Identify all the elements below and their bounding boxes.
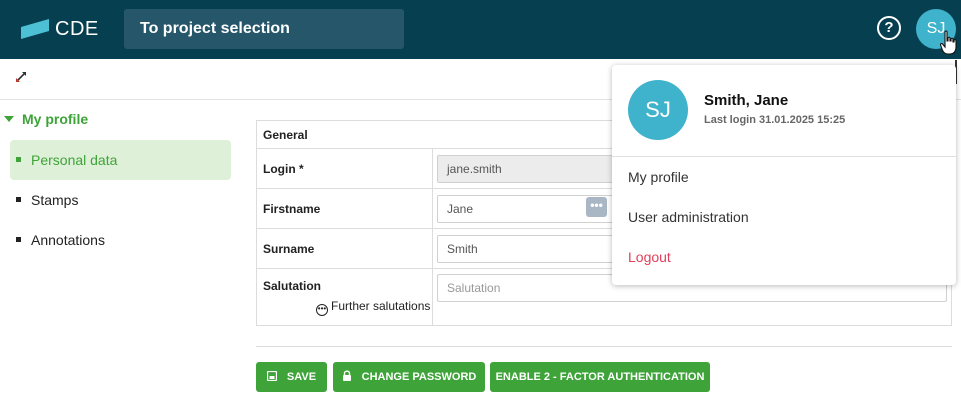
logo-icon <box>21 19 49 39</box>
app-logo[interactable]: CDE <box>21 17 101 41</box>
further-salutations-link[interactable]: ••• Further salutations <box>316 299 430 316</box>
bullet-icon <box>16 157 21 162</box>
avatar: SJ <box>628 80 688 140</box>
salutation-label: Salutation <box>257 269 433 326</box>
firstname-label: Firstname <box>257 189 433 229</box>
sidebar-item-label: Annotations <box>31 232 105 248</box>
sidebar-item-stamps[interactable]: Stamps <box>10 180 231 220</box>
menu-item-user-administration[interactable]: User administration <box>628 209 749 225</box>
more-options-button[interactable]: ••• <box>586 197 607 217</box>
bullet-icon <box>16 237 21 242</box>
user-menu: SJ Smith, Jane Last login 31.01.2025 15:… <box>612 65 956 285</box>
divider <box>612 156 956 157</box>
surname-label: Surname <box>257 229 433 269</box>
sidebar-item-label: Stamps <box>31 192 79 208</box>
menu-item-logout[interactable]: Logout <box>628 249 671 265</box>
sidebar-section-my-profile[interactable]: My profile <box>4 111 88 127</box>
user-name: Smith, Jane <box>704 92 789 109</box>
sidebar-section-label: My profile <box>22 111 89 127</box>
menu-item-my-profile[interactable]: My profile <box>628 169 689 185</box>
last-login: Last login 31.01.2025 15:25 <box>704 114 846 126</box>
more-circle-icon: ••• <box>316 304 328 316</box>
save-icon <box>266 371 277 381</box>
help-icon[interactable]: ? <box>877 16 901 40</box>
save-button[interactable]: SAVE <box>256 362 327 392</box>
logo-text: CDE <box>55 18 99 40</box>
hand-pointer-icon <box>940 30 957 55</box>
change-password-button[interactable]: CHANGE PASSWORD <box>333 362 485 392</box>
sidebar-item-personal-data[interactable]: Personal data <box>10 140 231 180</box>
login-label: Login * <box>257 149 433 189</box>
lock-icon <box>342 370 351 381</box>
triangle-down-icon <box>4 116 14 122</box>
top-bar: CDE To project selection ? SJ <box>0 0 961 59</box>
sidebar-item-label: Personal data <box>31 152 118 168</box>
sidebar-item-annotations[interactable]: Annotations <box>10 220 231 260</box>
collapse-icon[interactable] <box>14 70 28 84</box>
save-label: SAVE <box>286 371 317 383</box>
divider <box>256 346 952 347</box>
sidebar: My profile Personal data Stamps Annotati… <box>0 100 240 396</box>
further-salutations-label: Further salutations <box>331 299 431 313</box>
bullet-icon <box>16 197 21 202</box>
enable-2fa-button[interactable]: ENABLE 2 - FACTOR AUTHENTICATION <box>490 362 710 392</box>
project-selection-button[interactable]: To project selection <box>124 9 404 49</box>
change-password-label: CHANGE PASSWORD <box>361 371 477 383</box>
